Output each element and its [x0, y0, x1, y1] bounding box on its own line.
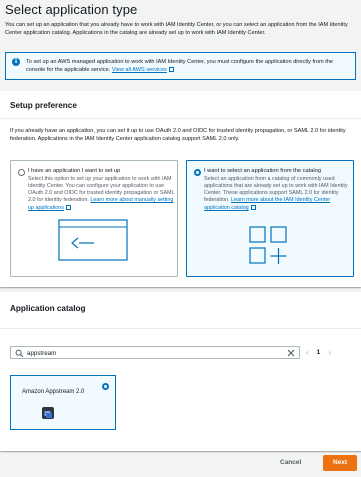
page-intro: You can set up an application that you a…: [5, 22, 348, 36]
page-number[interactable]: 1: [317, 349, 321, 356]
application-catalog-panel: Application catalog ‹ 1 › Amazon Appstre…: [0, 292, 361, 451]
clear-icon[interactable]: [287, 349, 295, 357]
radio-catalog-application[interactable]: [194, 169, 201, 176]
search-input[interactable]: [27, 348, 282, 358]
chevron-left-icon[interactable]: ‹: [306, 348, 309, 357]
app-name: Amazon Appstream 2.0: [22, 389, 85, 395]
option-description: Select this option to set up your applic…: [28, 176, 176, 212]
view-all-aws-services-link[interactable]: View all AWS services: [112, 67, 167, 73]
external-link-icon: [168, 66, 174, 72]
option-text: I have an application I want to set up S…: [28, 168, 176, 212]
search-box[interactable]: [10, 346, 300, 359]
external-link-icon: [65, 204, 71, 210]
application-catalog-title: Application catalog: [10, 304, 86, 313]
option-catalog-application[interactable]: I want to select an application from the…: [186, 160, 354, 277]
setup-preference-panel: Setup preference If you already have an …: [0, 91, 361, 287]
app-card-amazon-appstream[interactable]: Amazon Appstream 2.0: [10, 375, 116, 430]
radio-own-application[interactable]: [18, 169, 25, 176]
option-label: I want to select an application from the…: [204, 168, 321, 174]
cancel-button[interactable]: Cancel: [280, 459, 301, 466]
info-text: To set up an AWS managed application to …: [26, 58, 351, 74]
terminal-window-icon: [58, 219, 128, 261]
option-label: I have an application I want to set up: [28, 168, 121, 174]
search-icon: [15, 349, 24, 358]
info-banner: i To set up an AWS managed application t…: [5, 52, 356, 80]
pagination: ‹ 1 ›: [306, 346, 331, 359]
option-own-application[interactable]: I have an application I want to set up S…: [10, 160, 178, 277]
info-icon: i: [12, 58, 20, 66]
app-radio[interactable]: [102, 383, 109, 390]
appstream-logo-icon: [42, 407, 54, 419]
setup-preference-description: If you already have an application, you …: [10, 128, 346, 142]
setup-preference-title: Setup preference: [10, 101, 77, 110]
next-button[interactable]: Next: [323, 455, 357, 471]
option-text: I want to select an application from the…: [204, 168, 352, 212]
page-title: Select application type: [5, 2, 138, 17]
grid-add-icon: [249, 226, 287, 264]
external-link-icon: [250, 204, 256, 210]
option-description: Select an application from a catalog of …: [204, 176, 352, 212]
info-message: To set up an AWS managed application to …: [26, 59, 333, 73]
chevron-right-icon[interactable]: ›: [328, 348, 331, 357]
